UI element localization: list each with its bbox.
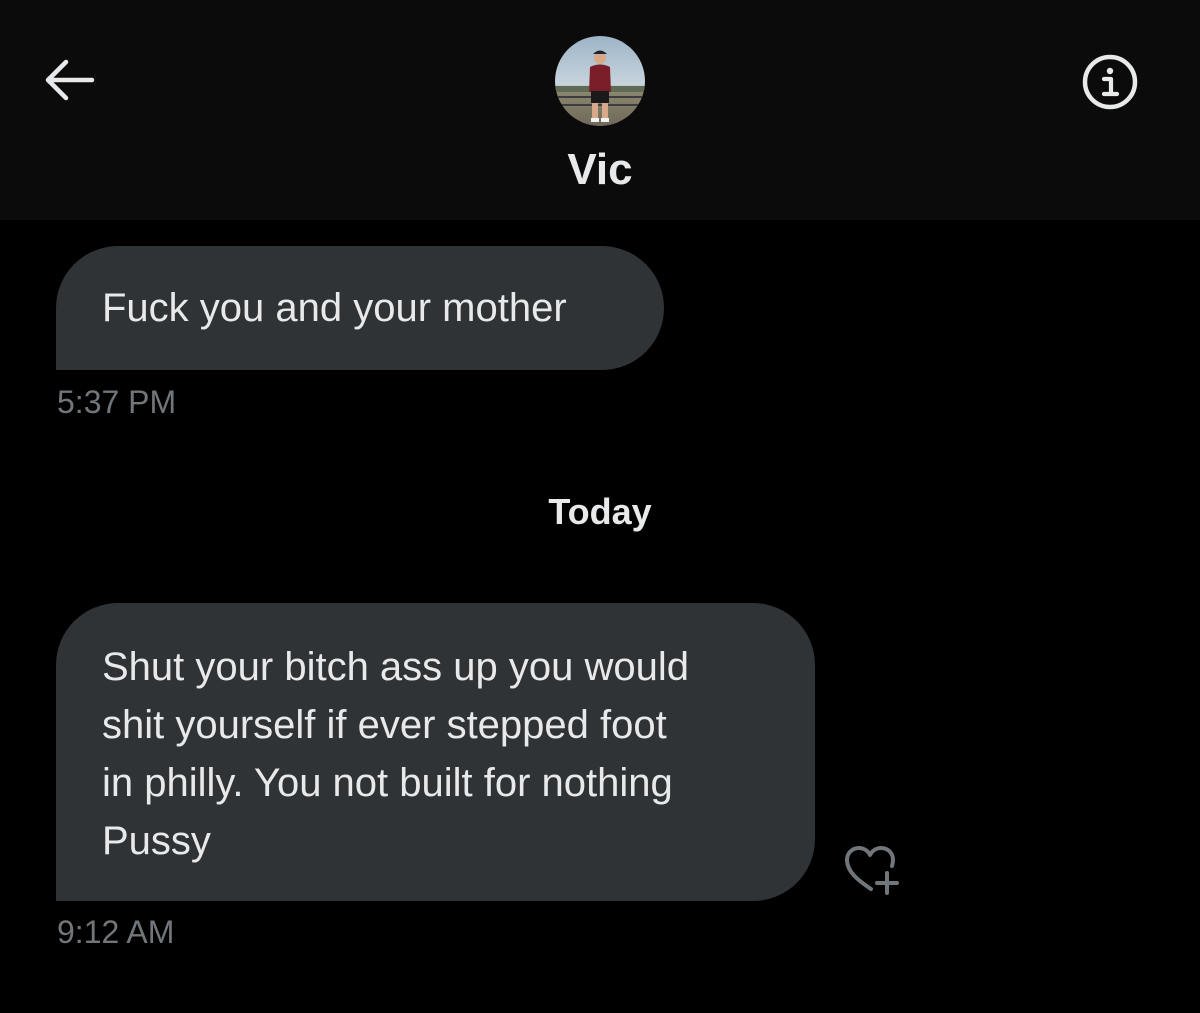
heart-plus-icon xyxy=(845,846,899,895)
contact-name[interactable]: Vic xyxy=(0,142,1200,198)
info-circle-icon xyxy=(1082,54,1138,110)
back-button[interactable] xyxy=(36,52,100,108)
add-reaction-button[interactable] xyxy=(838,838,906,902)
conversation-header: Vic xyxy=(0,0,1200,220)
conversation-info-button[interactable] xyxy=(1078,50,1142,114)
arrow-left-icon xyxy=(45,59,95,101)
date-divider: Today xyxy=(548,491,652,532)
dm-conversation-screen: Vic Fuck you and your mother 5:37 PM Tod… xyxy=(0,0,1200,1013)
message-bubble[interactable]: Fuck you and your mother xyxy=(56,246,664,370)
message-timestamp: 9:12 AM xyxy=(57,914,175,950)
avatar[interactable] xyxy=(555,36,645,126)
message-timestamp: 5:37 PM xyxy=(57,384,177,420)
avatar-photo xyxy=(555,36,645,126)
message-bubble[interactable]: Shut your bitch ass up you would shit yo… xyxy=(56,603,815,901)
